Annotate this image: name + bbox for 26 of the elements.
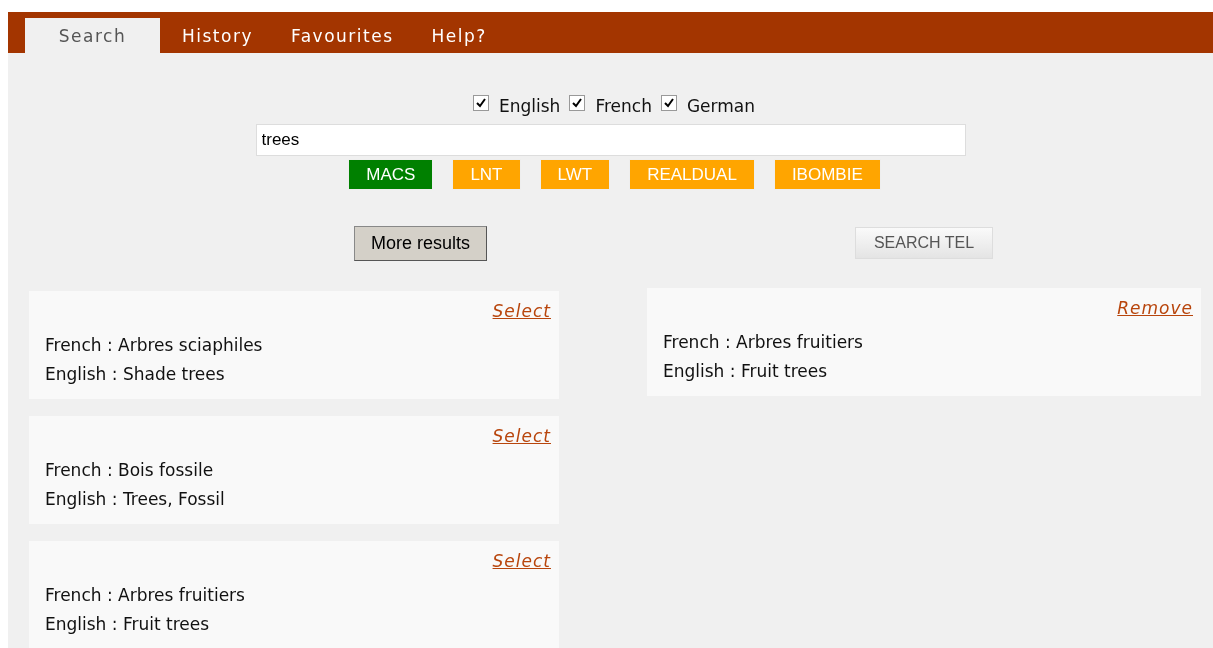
checkbox[interactable] — [569, 95, 586, 111]
result-text: French : Arbres fruitiers — [45, 584, 246, 607]
select-link[interactable]: Select — [492, 426, 551, 456]
tab[interactable]: Help? — [412, 18, 506, 53]
search-tel-button[interactable]: SEARCH TEL — [854, 227, 994, 259]
remove-link[interactable]: Remove — [1117, 298, 1193, 328]
search-field[interactable]: trees — [255, 124, 966, 156]
checkbox[interactable] — [660, 95, 677, 111]
tab[interactable]: Favourites — [272, 18, 413, 53]
select-link[interactable]: Select — [492, 551, 551, 581]
select-link[interactable]: Select — [492, 301, 551, 331]
source-toggle[interactable]: MACS — [348, 159, 434, 190]
result-text: English : Fruit trees — [663, 360, 829, 383]
tab[interactable]: Search — [25, 18, 160, 53]
checkbox-label: English — [499, 96, 561, 116]
result-text: English : Trees, Fossil — [45, 488, 226, 511]
result-text: French : Arbres fruitiers — [663, 331, 864, 354]
result-text: French : Arbres sciaphiles — [45, 334, 264, 357]
tab[interactable]: History — [163, 18, 272, 53]
checkbox[interactable] — [473, 95, 489, 111]
more-results-button[interactable]: More results — [354, 226, 488, 261]
result-text: English : Fruit trees — [45, 613, 211, 636]
checkbox-label: German — [686, 96, 755, 116]
result-text: English : Shade trees — [45, 363, 226, 386]
result-text: French : Bois fossile — [45, 459, 215, 482]
checkbox-label: French — [595, 96, 652, 116]
